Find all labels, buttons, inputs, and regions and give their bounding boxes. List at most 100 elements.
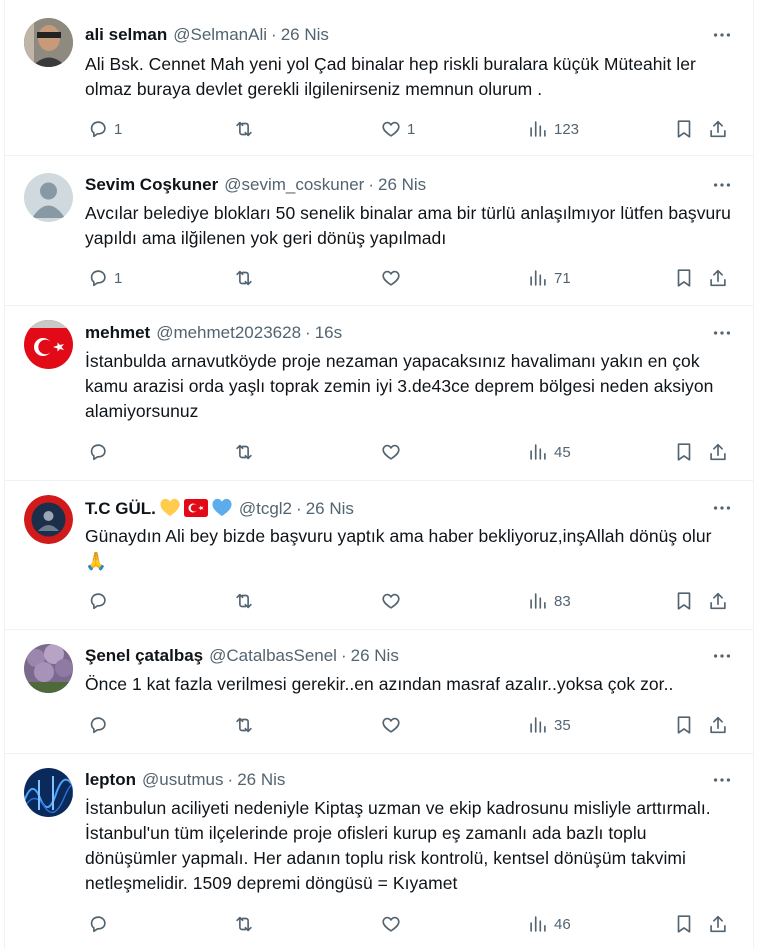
- bookmark-button[interactable]: [673, 713, 695, 737]
- more-icon[interactable]: [705, 769, 733, 791]
- retweet-button[interactable]: [233, 266, 260, 290]
- like-icon: [382, 270, 400, 286]
- like-count: 1: [407, 120, 416, 138]
- retweet-button[interactable]: [233, 117, 260, 141]
- turkey-flag-icon: [183, 499, 208, 523]
- avatar[interactable]: [24, 320, 73, 369]
- timestamp[interactable]: 26 Nis: [281, 25, 329, 44]
- reply-icon: [90, 270, 106, 287]
- reply-text: Önce 1 kat fazla verilmesi gerekir..en a…: [85, 674, 674, 694]
- reply-button[interactable]: [87, 912, 114, 936]
- reply-button[interactable]: 1: [87, 266, 122, 290]
- reply-header: lepton @usutmus · 26 Nis: [85, 769, 733, 791]
- view-count: 46: [554, 915, 571, 933]
- avatar[interactable]: [24, 173, 73, 222]
- share-button[interactable]: [707, 912, 729, 936]
- reply-button[interactable]: [87, 589, 114, 613]
- avatar[interactable]: [24, 768, 73, 817]
- reply-tweet[interactable]: lepton @usutmus · 26 Nis İstanbulun aciliye…: [5, 754, 753, 949]
- retweet-icon: [236, 121, 252, 137]
- author-name[interactable]: mehmet: [85, 323, 150, 342]
- reply-count: 1: [114, 120, 123, 138]
- reply-tweet[interactable]: Şenel çatalbaş @CatalbasSenel · 26 Nis Önce…: [5, 630, 753, 754]
- reply-tweet[interactable]: T.C GÜL. @tcgl2 · 26 Nis Günaydın Ali bey b…: [5, 481, 753, 630]
- like-button[interactable]: [380, 589, 407, 613]
- author-name[interactable]: T.C GÜL.: [85, 499, 156, 518]
- author-handle[interactable]: @tcgl2: [239, 499, 292, 518]
- more-icon[interactable]: [705, 497, 733, 519]
- author-handle[interactable]: @SelmanAli: [173, 25, 267, 44]
- bookmark-button[interactable]: [673, 440, 695, 464]
- share-button[interactable]: [707, 440, 729, 464]
- bookmark-button[interactable]: [673, 589, 695, 613]
- reply-tweet[interactable]: Sevim Coşkuner @sevim_coskuner · 26 Nis Avc…: [5, 156, 753, 306]
- reply-tweet[interactable]: mehmet @mehmet2023628 · 16s İstanbulda arna…: [5, 306, 753, 481]
- author-handle[interactable]: @usutmus: [142, 770, 224, 789]
- reply-text: Günaydın Ali bey bizde başvuru yaptık am…: [85, 526, 712, 571]
- retweet-icon: [236, 916, 252, 932]
- reply-button[interactable]: [87, 440, 114, 464]
- reply-button[interactable]: [87, 713, 114, 737]
- more-icon[interactable]: [705, 322, 733, 344]
- views-icon: [530, 270, 546, 286]
- view-count: 71: [554, 269, 571, 287]
- like-button[interactable]: [380, 266, 407, 290]
- views-icon: [530, 444, 546, 460]
- reply-icon: [90, 916, 106, 933]
- bookmark-button[interactable]: [673, 266, 695, 290]
- reply-tweet[interactable]: ali selman @SelmanAli · 26 Nis Ali Bsk. Cen…: [5, 0, 753, 156]
- share-button[interactable]: [707, 713, 729, 737]
- author-name[interactable]: lepton: [85, 770, 136, 789]
- reply-text: Avcılar belediye blokları 50 senelik bin…: [85, 203, 731, 248]
- author-name[interactable]: ali selman: [85, 25, 167, 44]
- views-button[interactable]: 71: [527, 266, 571, 290]
- avatar[interactable]: [24, 644, 73, 693]
- reply-button[interactable]: 1: [87, 117, 122, 141]
- replies-feed: ali selman @SelmanAli · 26 Nis Ali Bsk. Cen…: [4, 0, 754, 949]
- share-button[interactable]: [707, 589, 729, 613]
- reply-count: 1: [114, 269, 123, 287]
- author-name[interactable]: Şenel çatalbaş: [85, 646, 203, 665]
- share-icon: [710, 915, 726, 933]
- timestamp[interactable]: 26 Nis: [378, 175, 426, 194]
- retweet-button[interactable]: [233, 440, 260, 464]
- author-handle[interactable]: @CatalbasSenel: [209, 646, 337, 665]
- retweet-button[interactable]: [233, 589, 260, 613]
- author-handle[interactable]: @mehmet2023628: [156, 323, 301, 342]
- timestamp[interactable]: 26 Nis: [306, 499, 354, 518]
- bookmark-button[interactable]: [673, 117, 695, 141]
- views-button[interactable]: 83: [527, 589, 571, 613]
- action-bar: 45: [85, 440, 735, 464]
- reply-icon: [90, 717, 106, 734]
- more-icon[interactable]: [705, 174, 733, 196]
- like-button[interactable]: [380, 713, 407, 737]
- view-count: 35: [554, 716, 571, 734]
- timestamp[interactable]: 16s: [315, 323, 342, 342]
- avatar[interactable]: [24, 18, 73, 67]
- share-icon: [710, 592, 726, 610]
- share-button[interactable]: [707, 266, 729, 290]
- reply-icon: [90, 593, 106, 610]
- avatar[interactable]: [24, 495, 73, 544]
- like-button[interactable]: [380, 440, 407, 464]
- retweet-icon: [236, 444, 252, 460]
- timestamp[interactable]: 26 Nis: [351, 646, 399, 665]
- like-icon: [382, 916, 400, 932]
- share-button[interactable]: [707, 117, 729, 141]
- more-icon[interactable]: [705, 24, 733, 46]
- like-button[interactable]: 1: [380, 117, 415, 141]
- bookmark-icon: [677, 443, 691, 461]
- views-button[interactable]: 35: [527, 713, 571, 737]
- views-button[interactable]: 123: [527, 117, 579, 141]
- views-button[interactable]: 46: [527, 912, 571, 936]
- like-button[interactable]: [380, 912, 407, 936]
- author-handle[interactable]: @sevim_coskuner: [224, 175, 364, 194]
- bookmark-button[interactable]: [673, 912, 695, 936]
- retweet-button[interactable]: [233, 912, 260, 936]
- retweet-button[interactable]: [233, 713, 260, 737]
- author-name[interactable]: Sevim Coşkuner: [85, 175, 218, 194]
- more-icon[interactable]: [705, 645, 733, 667]
- views-button[interactable]: 45: [527, 440, 571, 464]
- reply-text: İstanbulda arnavutköyde proje nezaman ya…: [85, 351, 714, 421]
- timestamp[interactable]: 26 Nis: [237, 770, 285, 789]
